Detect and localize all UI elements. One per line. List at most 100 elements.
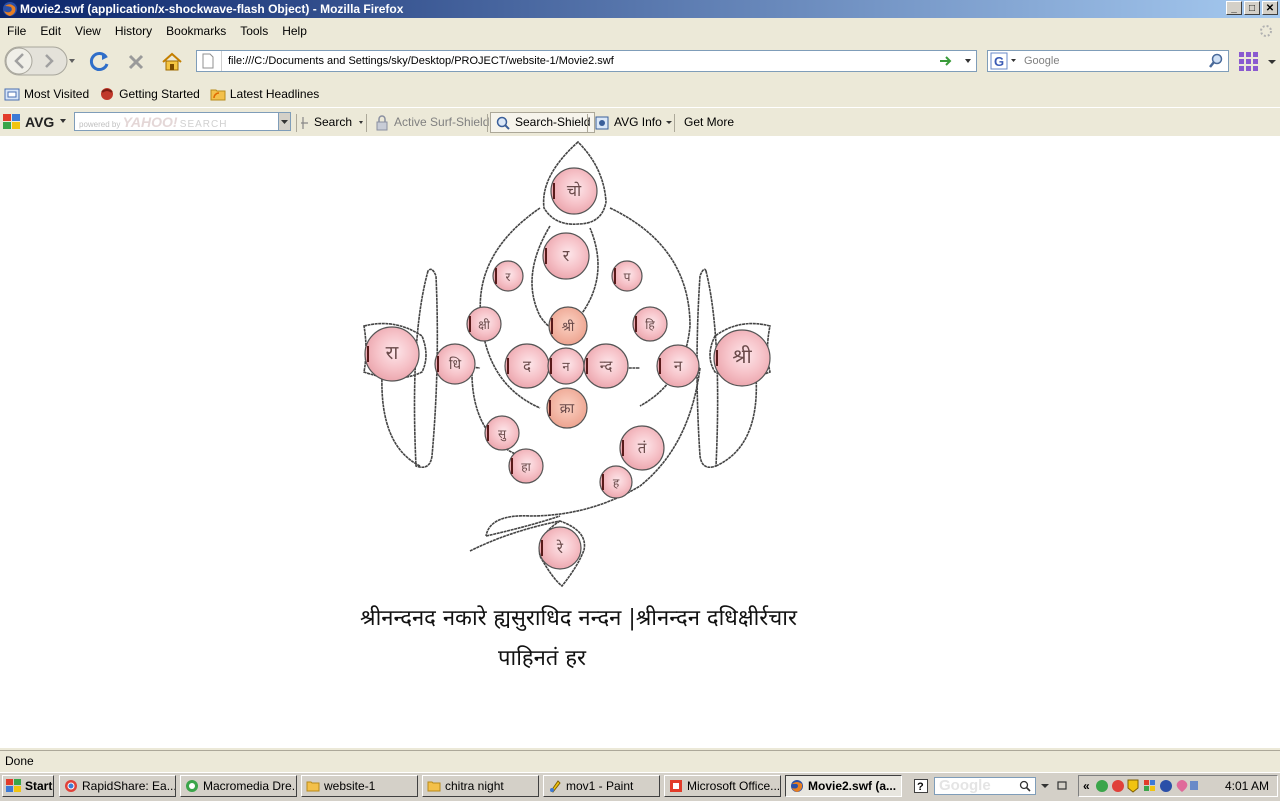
letter-circle: श्री [713, 329, 771, 387]
url-dropdown-icon[interactable] [963, 56, 973, 66]
task-label: chitra night [445, 779, 504, 793]
circle-letter: क्षी [478, 318, 491, 332]
search-shield-button[interactable]: Search-Shield [490, 112, 596, 133]
circle-letter: प [624, 270, 631, 284]
menu-bookmarks[interactable]: Bookmarks [159, 20, 233, 42]
menu-edit[interactable]: Edit [33, 20, 68, 42]
smart-folder-icon [4, 88, 20, 101]
task-chitra-folder[interactable]: chitra night [422, 775, 539, 797]
letter-circle: क्रा [546, 387, 588, 429]
chevron-down-icon [359, 120, 364, 124]
letter-circle: तं [619, 425, 665, 471]
firefox-icon [3, 2, 17, 16]
home-icon[interactable] [159, 49, 185, 75]
menu-tools[interactable]: Tools [233, 20, 275, 42]
active-surf-shield-label: Active Surf-Shield [394, 115, 490, 129]
tray-expand-icon[interactable]: « [1083, 779, 1090, 793]
chevron-down-icon [665, 120, 672, 124]
search-icon[interactable] [1208, 53, 1224, 69]
firefox-red-icon [101, 88, 114, 100]
circle-letter: न [674, 357, 683, 375]
task-office[interactable]: Microsoft Office... [664, 775, 781, 797]
stop-icon[interactable] [123, 49, 149, 75]
letter-circle: ह [599, 465, 633, 499]
url-bar[interactable]: file:///C:/Documents and Settings/sky/De… [196, 50, 977, 72]
letter-circle: र [542, 232, 590, 280]
dreamweaver-icon [186, 780, 198, 792]
circle-letter: हि [645, 318, 655, 332]
avg-search-button[interactable]: Search [300, 112, 370, 133]
letter-circle: रे [538, 526, 582, 570]
bookmark-getting-started[interactable]: Getting Started [95, 83, 204, 105]
chrome-icon [65, 780, 77, 792]
url-text[interactable]: file:///C:/Documents and Settings/sky/De… [228, 51, 614, 71]
menu-view[interactable]: View [68, 20, 108, 42]
svg-text:G: G [994, 54, 1004, 69]
task-paint[interactable]: mov1 - Paint [543, 775, 660, 797]
task-dreamweaver[interactable]: Macromedia Dre... [180, 775, 297, 797]
clock: 4:01 AM [1224, 779, 1269, 793]
task-label: website-1 [324, 779, 376, 793]
letter-circle: चो [550, 167, 598, 215]
google-engine-icon[interactable]: G [990, 52, 1018, 70]
search-icon [1019, 780, 1031, 792]
grid-icon[interactable] [1237, 50, 1261, 74]
tray-icons[interactable] [1094, 778, 1198, 794]
bookmark-label: Latest Headlines [229, 87, 320, 101]
go-arrow-icon[interactable] [938, 53, 954, 69]
close-button[interactable]: ✕ [1262, 1, 1278, 15]
menu-file[interactable]: File [0, 20, 33, 42]
google-desktop-search[interactable]: Google [934, 777, 1036, 795]
maximize-button[interactable]: □ [1244, 1, 1260, 15]
throbber-icon [1260, 25, 1272, 37]
task-label: mov1 - Paint [566, 779, 634, 793]
chevron-down-icon[interactable] [1268, 58, 1276, 66]
taskbar: Start RapidShare: Ea... Macromedia Dre..… [0, 772, 1280, 801]
task-rapidshare[interactable]: RapidShare: Ea... [59, 775, 176, 797]
bookmark-most-visited[interactable]: Most Visited [0, 83, 93, 105]
letter-circle: श्री [548, 306, 588, 346]
folder-icon [427, 781, 441, 792]
flash-movie[interactable]: चो र र प क्षी श्री हि रा धि द न न्द न श्री क्रा सु तं हा ह… [0, 136, 1280, 748]
yahoo-search-dropdown[interactable] [278, 112, 291, 131]
back-forward-icon[interactable] [4, 46, 78, 76]
circle-letter: न्द [600, 357, 614, 375]
get-more-button[interactable]: Get More [684, 112, 734, 133]
folder-icon [306, 781, 320, 792]
windows-logo-icon [6, 779, 21, 792]
avg-info-button[interactable]: AVG Info [594, 112, 677, 133]
yahoo-search-placeholder: powered by YAHOO! SEARCH [79, 114, 228, 130]
circle-letter: र [563, 246, 570, 265]
restore-icon[interactable] [1057, 780, 1068, 791]
task-firefox[interactable]: Movie2.swf (a... [785, 775, 902, 797]
circle-letter: ह [613, 476, 620, 490]
search-shield-label: Search-Shield [515, 115, 591, 129]
avg-dropdown-icon[interactable] [60, 119, 66, 123]
letter-circle: प [611, 260, 643, 292]
avg-search-label: Search [314, 115, 353, 129]
letter-circle: न [656, 344, 700, 388]
task-website-folder[interactable]: website-1 [301, 775, 418, 797]
chevron-down-icon[interactable] [1040, 783, 1050, 789]
circle-letter: क्रा [560, 401, 575, 417]
start-button[interactable]: Start [2, 775, 54, 797]
bookmark-label: Most Visited [24, 87, 90, 101]
help-icon[interactable]: ? [914, 779, 928, 793]
circle-letter: धि [449, 356, 462, 373]
task-label: RapidShare: Ea... [82, 779, 176, 793]
search-placeholder[interactable]: Google [1024, 51, 1059, 71]
yahoo-search-input[interactable]: powered by YAHOO! SEARCH [74, 112, 279, 131]
menu-help[interactable]: Help [275, 20, 314, 42]
menu-history[interactable]: History [108, 20, 159, 42]
task-label: Movie2.swf (a... [808, 779, 897, 793]
minimize-button[interactable]: _ [1226, 1, 1242, 15]
active-surf-shield-button[interactable]: Active Surf-Shield [374, 112, 489, 133]
letter-circle: र [492, 260, 524, 292]
page-icon [202, 53, 214, 69]
status-bar: Done [0, 750, 1280, 772]
search-bar[interactable]: G Google [987, 50, 1229, 72]
info-shield-icon [595, 116, 609, 129]
circle-letter: श्री [562, 319, 575, 335]
reload-icon[interactable] [87, 49, 113, 75]
bookmark-latest-headlines[interactable]: Latest Headlines [206, 83, 323, 105]
